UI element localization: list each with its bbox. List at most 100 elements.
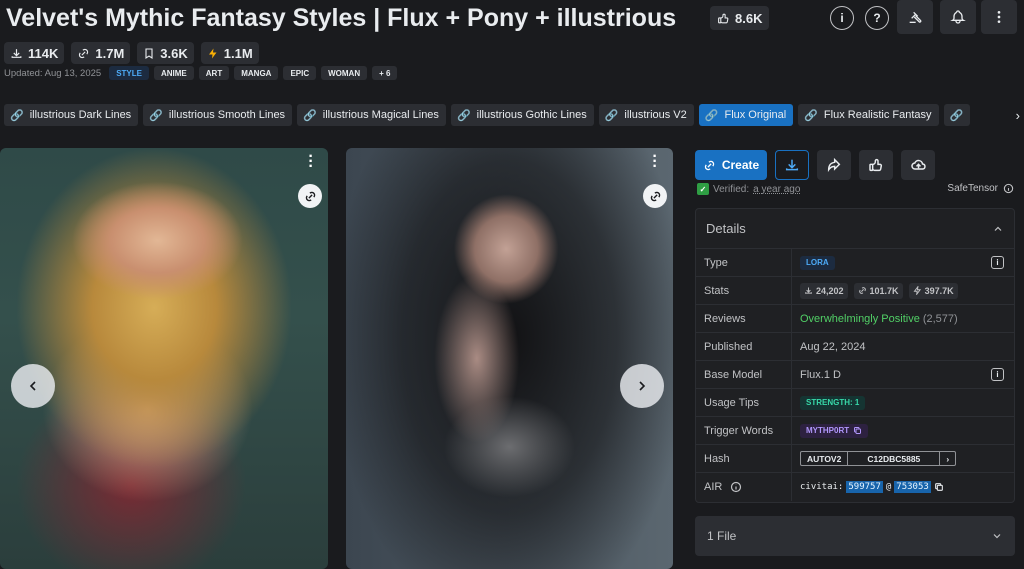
- detail-row-hash: Hash AUTOV2 C12DBC5885 ›: [696, 445, 1014, 473]
- version-tab-label: illustrious Gothic Lines: [476, 109, 587, 121]
- remix-link-button[interactable]: [643, 184, 667, 208]
- link-icon: [704, 160, 714, 170]
- question-icon[interactable]: ?: [865, 6, 889, 30]
- details-title: Details: [706, 221, 746, 236]
- chevron-right-icon: ›: [1015, 107, 1020, 123]
- link-icon: 🔗: [10, 109, 24, 122]
- buzz-count: 1.1M: [223, 45, 253, 61]
- tag-more[interactable]: + 6: [372, 66, 398, 80]
- buzz-stat: 1.1M: [200, 42, 259, 64]
- version-tab-label: illustrious Dark Lines: [29, 109, 132, 121]
- version-tabs: 🔗 illustrious Dark Lines 🔗 illustrious Smo…: [4, 104, 971, 126]
- bolt-icon: [208, 48, 217, 58]
- version-tab-label: Flux Realistic Fantasy: [823, 109, 932, 121]
- gallery-image[interactable]: · · ·: [0, 148, 328, 569]
- like-button[interactable]: [859, 150, 893, 180]
- detail-row-base-model: Base Model Flux.1 D i: [696, 361, 1014, 389]
- share-icon: [827, 157, 841, 173]
- version-tab-label: illustrious V2: [624, 109, 687, 121]
- info-circle-icon[interactable]: [1003, 183, 1014, 194]
- more-vertical-icon[interactable]: · · ·: [303, 149, 319, 175]
- link-icon: [858, 287, 866, 294]
- copy-icon[interactable]: [934, 482, 944, 492]
- tag-woman[interactable]: WOMAN: [321, 66, 368, 80]
- version-tab[interactable]: 🔗 illustrious Dark Lines: [4, 104, 139, 126]
- air-identifier[interactable]: civitai: 599757 @ 753053: [800, 481, 944, 493]
- version-downloads-count: 24,202: [816, 285, 844, 296]
- version-tab[interactable]: 🔗: [943, 104, 971, 126]
- remix-link-button[interactable]: [298, 184, 322, 208]
- cloud-upload-button[interactable]: [901, 150, 935, 180]
- detail-row-stats: Stats 24,202 101.7K 397.7K: [696, 277, 1014, 305]
- tag-style[interactable]: STYLE: [109, 66, 149, 80]
- air-model-id: 599757: [846, 481, 883, 493]
- air-prefix: civitai:: [800, 482, 844, 492]
- air-separator: @: [885, 482, 892, 492]
- verified-label: Verified:: [713, 183, 750, 195]
- download-icon: [11, 48, 22, 58]
- safetensor-badge: SafeTensor: [947, 183, 1014, 194]
- info-icon[interactable]: i: [991, 368, 1004, 381]
- detail-row-type: Type LORA i: [696, 249, 1014, 277]
- air-version-id: 753053: [894, 481, 931, 493]
- version-tab-label: illustrious Smooth Lines: [168, 109, 286, 121]
- carousel-next-button[interactable]: [620, 364, 664, 408]
- gallery-image[interactable]: · · ·: [346, 148, 673, 569]
- version-tab[interactable]: 🔗 illustrious Smooth Lines: [143, 104, 293, 126]
- verified-time[interactable]: a year ago: [753, 184, 800, 195]
- air-label: AIR: [704, 481, 723, 493]
- tag-epic[interactable]: EPIC: [283, 66, 317, 80]
- more-menu-button[interactable]: [981, 0, 1017, 34]
- hash-value[interactable]: C12DBC5885: [848, 452, 941, 465]
- tag-anime[interactable]: ANIME: [153, 66, 194, 80]
- verified-status: ✓ Verified: a year ago: [697, 183, 800, 195]
- info-circle-icon[interactable]: [730, 481, 742, 493]
- detail-label: Stats: [696, 277, 792, 304]
- version-tab[interactable]: 🔗 Flux Realistic Fantasy: [798, 104, 939, 126]
- details-header[interactable]: Details: [696, 209, 1014, 249]
- download-button[interactable]: [775, 150, 809, 180]
- chevron-right-icon[interactable]: ›: [940, 452, 955, 465]
- reviews-count: (2,577): [922, 312, 958, 325]
- link-icon: [79, 48, 89, 58]
- chevron-down-icon: [993, 534, 1001, 539]
- link-icon: 🔗: [303, 109, 317, 122]
- version-tab[interactable]: 🔗 illustrious V2: [598, 104, 694, 126]
- model-page: Velvet's Mythic Fantasy Styles | Flux + …: [0, 0, 1024, 569]
- carousel-prev-button[interactable]: [11, 364, 55, 408]
- info-icon[interactable]: i: [830, 6, 854, 30]
- type-badge: LORA: [800, 255, 835, 270]
- share-button[interactable]: [817, 150, 851, 180]
- detail-row-published: Published Aug 22, 2024: [696, 333, 1014, 361]
- hash-selector[interactable]: AUTOV2 C12DBC5885 ›: [800, 451, 957, 466]
- tag-manga[interactable]: MANGA: [234, 66, 279, 80]
- create-button[interactable]: Create: [695, 150, 767, 180]
- version-tab[interactable]: 🔗 illustrious Gothic Lines: [450, 104, 594, 126]
- detail-label: Reviews: [696, 305, 792, 332]
- files-accordion[interactable]: 1 File: [695, 516, 1015, 556]
- report-button[interactable]: [897, 0, 933, 34]
- hash-type[interactable]: AUTOV2: [801, 452, 849, 465]
- detail-row-usage-tips: Usage Tips STRENGTH: 1: [696, 389, 1014, 417]
- more-vertical-icon[interactable]: · · ·: [647, 149, 663, 175]
- notify-button[interactable]: [940, 0, 976, 34]
- link-icon: 🔗: [704, 109, 719, 122]
- trigger-word-badge[interactable]: MYTHP0RT: [800, 423, 869, 438]
- likes-badge[interactable]: 8.6K: [710, 6, 770, 30]
- chevron-left-icon: [29, 381, 36, 391]
- info-icon[interactable]: i: [991, 256, 1004, 269]
- link-icon: 🔗: [804, 109, 818, 122]
- tag-art[interactable]: ART: [198, 66, 230, 80]
- tabs-scroll-right[interactable]: ›: [994, 104, 1024, 126]
- version-tab-active[interactable]: 🔗 Flux Original: [698, 104, 794, 126]
- bookmark-icon: [145, 47, 153, 59]
- version-generations: 101.7K: [853, 282, 903, 299]
- detail-row-reviews: Reviews Overwhelmingly Positive (2,577): [696, 305, 1014, 333]
- generations-stat: 1.7M: [71, 42, 131, 64]
- detail-label: Usage Tips: [696, 389, 792, 416]
- reviews-rating[interactable]: Overwhelmingly Positive: [800, 313, 920, 325]
- gavel-icon: [909, 11, 922, 23]
- version-tab[interactable]: 🔗 illustrious Magical Lines: [297, 104, 446, 126]
- bell-plus-icon: [950, 10, 966, 24]
- published-date: Aug 22, 2024: [800, 340, 866, 353]
